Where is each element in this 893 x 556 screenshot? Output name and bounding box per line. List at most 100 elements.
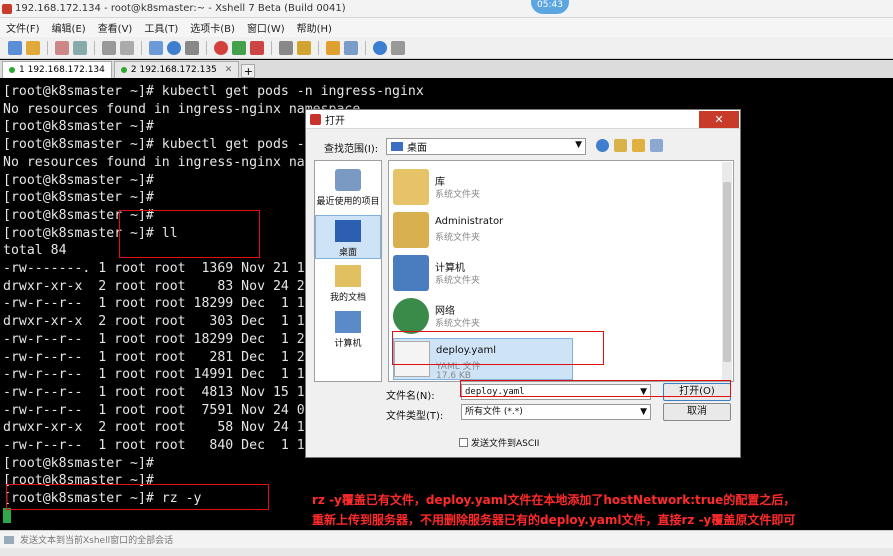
tab-label: 2 192.168.172.135 [130, 65, 217, 75]
menu-window[interactable]: 窗口(W) [241, 20, 291, 35]
layout-icon[interactable] [326, 40, 340, 55]
cancel-button[interactable]: 取消 [663, 403, 731, 421]
ascii-checkbox[interactable] [459, 438, 468, 447]
help-icon[interactable] [373, 40, 387, 55]
toolbar-divider [318, 40, 319, 55]
connected-dot-icon [9, 67, 15, 73]
compose-bar[interactable]: 发送文本到当前Xshell窗口的全部会话 [0, 530, 893, 548]
computer-icon [335, 311, 361, 333]
add-tab-button[interactable]: + [241, 64, 256, 78]
ascii-label: 发送文件到ASCII [471, 439, 540, 449]
compose-text: 发送文本到当前Xshell窗口的全部会话 [20, 536, 174, 546]
file-name: 网络 [435, 306, 455, 317]
back-icon[interactable] [596, 139, 609, 152]
file-type: 系统文件夹 [435, 190, 481, 200]
globe-icon[interactable] [167, 40, 181, 55]
open-folder-icon[interactable] [26, 40, 40, 55]
toolbar-divider [365, 40, 366, 55]
title-bar: 192.168.172.134 - root@k8smaster:~ - Xsh… [0, 0, 893, 18]
find-icon[interactable] [120, 40, 134, 55]
menu-help[interactable]: 帮助(H) [291, 20, 338, 35]
font-icon[interactable] [185, 40, 199, 55]
look-in-value: 桌面 [407, 143, 427, 154]
desktop-icon [391, 142, 403, 151]
places-bar: 最近使用的项目 桌面 我的文档 计算机 [314, 160, 382, 382]
connect-icon[interactable] [55, 40, 69, 55]
filetype-label: 文件类型(T): [386, 411, 444, 422]
place-label: 计算机 [334, 339, 362, 349]
toolbar-divider [206, 40, 207, 55]
recent-items-icon [335, 169, 361, 191]
user-folder-icon [393, 212, 429, 248]
place-label: 最近使用的项目 [316, 197, 380, 207]
toolbar [0, 37, 893, 59]
tab-label: 1 192.168.172.134 [19, 65, 105, 75]
window-icon[interactable] [344, 40, 358, 55]
pen-icon[interactable] [297, 40, 311, 55]
properties-icon[interactable] [149, 40, 163, 55]
highlight-box-ll [119, 210, 260, 258]
ascii-option[interactable]: 发送文件到ASCII [459, 436, 539, 449]
menu-view[interactable]: 查看(V) [92, 20, 139, 35]
chevron-down-icon: ▼ [640, 407, 647, 417]
place-documents[interactable]: 我的文档 [315, 265, 381, 303]
dialog-close-button[interactable]: ✕ [699, 111, 739, 128]
dialog-nav-icons [596, 139, 663, 152]
file-item-library[interactable]: 库 系统文件夹 [393, 167, 713, 209]
disconnect-icon[interactable] [73, 40, 87, 55]
open-file-dialog: 打开 ✕ 查找范围(I): 桌面 ▼ 最近使用的项目 桌面 我的文档 计算机 库… [305, 109, 741, 458]
new-folder-icon[interactable] [632, 139, 645, 152]
xshell-app-icon [2, 3, 12, 14]
file-type: 系统文件夹 [435, 233, 481, 243]
copy-icon[interactable] [102, 40, 116, 55]
network-globe-icon [393, 298, 429, 334]
keyboard-icon[interactable] [279, 40, 293, 55]
look-in-select[interactable]: 桌面 ▼ [386, 138, 586, 155]
filetype-select[interactable]: 所有文件 (*.*) ▼ [461, 404, 651, 420]
file-list-scrollbar[interactable] [722, 162, 732, 380]
place-recent[interactable]: 最近使用的项目 [315, 169, 381, 207]
highlight-box-deploy-file [392, 331, 604, 365]
toolbar-divider [94, 40, 95, 55]
toolbar-divider [141, 40, 142, 55]
session-tab-1[interactable]: 1 192.168.172.134 [2, 61, 112, 78]
close-tab-icon[interactable]: ✕ [225, 65, 233, 75]
dialog-title-bar: 打开 [306, 110, 740, 129]
xshell-window: 192.168.172.134 - root@k8smaster:~ - Xsh… [0, 0, 893, 556]
compose-icon [4, 535, 14, 544]
more-icon[interactable] [391, 40, 405, 55]
place-label: 桌面 [338, 248, 357, 258]
menu-file[interactable]: 文件(F) [0, 20, 46, 35]
desktop-icon [335, 220, 361, 242]
library-folder-icon [393, 169, 429, 205]
session-tab-bar: 1 192.168.172.134 2 192.168.172.135 ✕ + [0, 60, 893, 78]
filename-label: 文件名(N): [386, 391, 435, 402]
file-name: Administrator [435, 216, 504, 227]
menu-tools[interactable]: 工具(T) [138, 20, 184, 35]
file-name: 库 [435, 177, 445, 188]
documents-icon [335, 265, 361, 287]
computer-icon [393, 255, 429, 291]
annotation-text: rz -y覆盖已有文件，deploy.yaml文件在本地添加了hostNetwo… [312, 490, 892, 530]
place-label: 我的文档 [329, 293, 366, 303]
file-item-computer[interactable]: 计算机 系统文件夹 [393, 253, 713, 295]
script-icon[interactable] [232, 40, 246, 55]
annotation-line-1: rz -y覆盖已有文件，deploy.yaml文件在本地添加了hostNetwo… [312, 493, 796, 507]
xftp-icon[interactable] [214, 40, 228, 55]
filetype-value: 所有文件 (*.*) [465, 407, 523, 417]
up-folder-icon[interactable] [614, 139, 627, 152]
connected-dot-icon [120, 67, 127, 73]
place-computer[interactable]: 计算机 [315, 311, 381, 349]
menu-tabs[interactable]: 选项卡(B) [184, 20, 241, 35]
xshell-dialog-icon [310, 113, 321, 125]
file-item-administrator[interactable]: Administrator 系统文件夹 [393, 210, 713, 252]
highlight-box-rz [6, 484, 269, 510]
session-tab-2[interactable]: 2 192.168.172.135 ✕ [113, 61, 240, 78]
menu-edit[interactable]: 编辑(E) [46, 20, 92, 35]
scrollbar-thumb[interactable] [723, 182, 731, 362]
place-desktop[interactable]: 桌面 [315, 215, 381, 259]
new-session-icon[interactable] [8, 40, 22, 55]
view-menu-icon[interactable] [650, 139, 663, 152]
file-type: 系统文件夹 [435, 276, 481, 286]
lock-icon[interactable] [250, 40, 264, 55]
